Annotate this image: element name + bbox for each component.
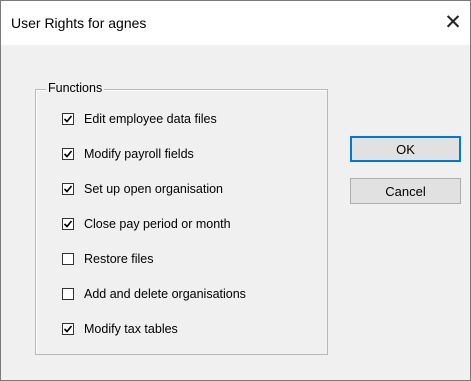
checkbox[interactable] <box>62 288 74 300</box>
checkbox[interactable] <box>62 113 74 125</box>
checkbox[interactable] <box>62 323 74 335</box>
dialog-client-area: Functions Edit employee data files Modif… <box>1 45 470 380</box>
checkbox[interactable] <box>62 148 74 160</box>
function-item-close-pay-period[interactable]: Close pay period or month <box>62 215 231 233</box>
function-item-modify-tax-tables[interactable]: Modify tax tables <box>62 320 178 338</box>
function-item-set-up-open-organisation[interactable]: Set up open organisation <box>62 180 223 198</box>
ok-button[interactable]: OK <box>350 136 461 162</box>
function-item-edit-employee-data-files[interactable]: Edit employee data files <box>62 110 217 128</box>
function-item-label: Set up open organisation <box>84 182 223 196</box>
checkbox[interactable] <box>62 218 74 230</box>
title-bar[interactable]: User Rights for agnes ✕ <box>1 1 470 45</box>
user-rights-dialog: User Rights for agnes ✕ Functions Edit e… <box>0 0 471 381</box>
function-item-modify-payroll-fields[interactable]: Modify payroll fields <box>62 145 194 163</box>
function-item-label: Add and delete organisations <box>84 287 246 301</box>
function-item-label: Close pay period or month <box>84 217 231 231</box>
function-item-label: Restore files <box>84 252 154 266</box>
function-item-label: Modify tax tables <box>84 322 178 336</box>
function-item-label: Modify payroll fields <box>84 147 194 161</box>
functions-group: Functions Edit employee data files Modif… <box>35 81 328 355</box>
cancel-button[interactable]: Cancel <box>350 178 461 204</box>
checkbox[interactable] <box>62 253 74 265</box>
checkbox[interactable] <box>62 183 74 195</box>
dialog-title: User Rights for agnes <box>11 15 147 31</box>
functions-group-legend: Functions <box>46 81 105 95</box>
function-item-add-and-delete-organisations[interactable]: Add and delete organisations <box>62 285 246 303</box>
function-item-restore-files[interactable]: Restore files <box>62 250 153 268</box>
function-item-label: Edit employee data files <box>84 112 217 126</box>
close-icon[interactable]: ✕ <box>438 7 468 37</box>
